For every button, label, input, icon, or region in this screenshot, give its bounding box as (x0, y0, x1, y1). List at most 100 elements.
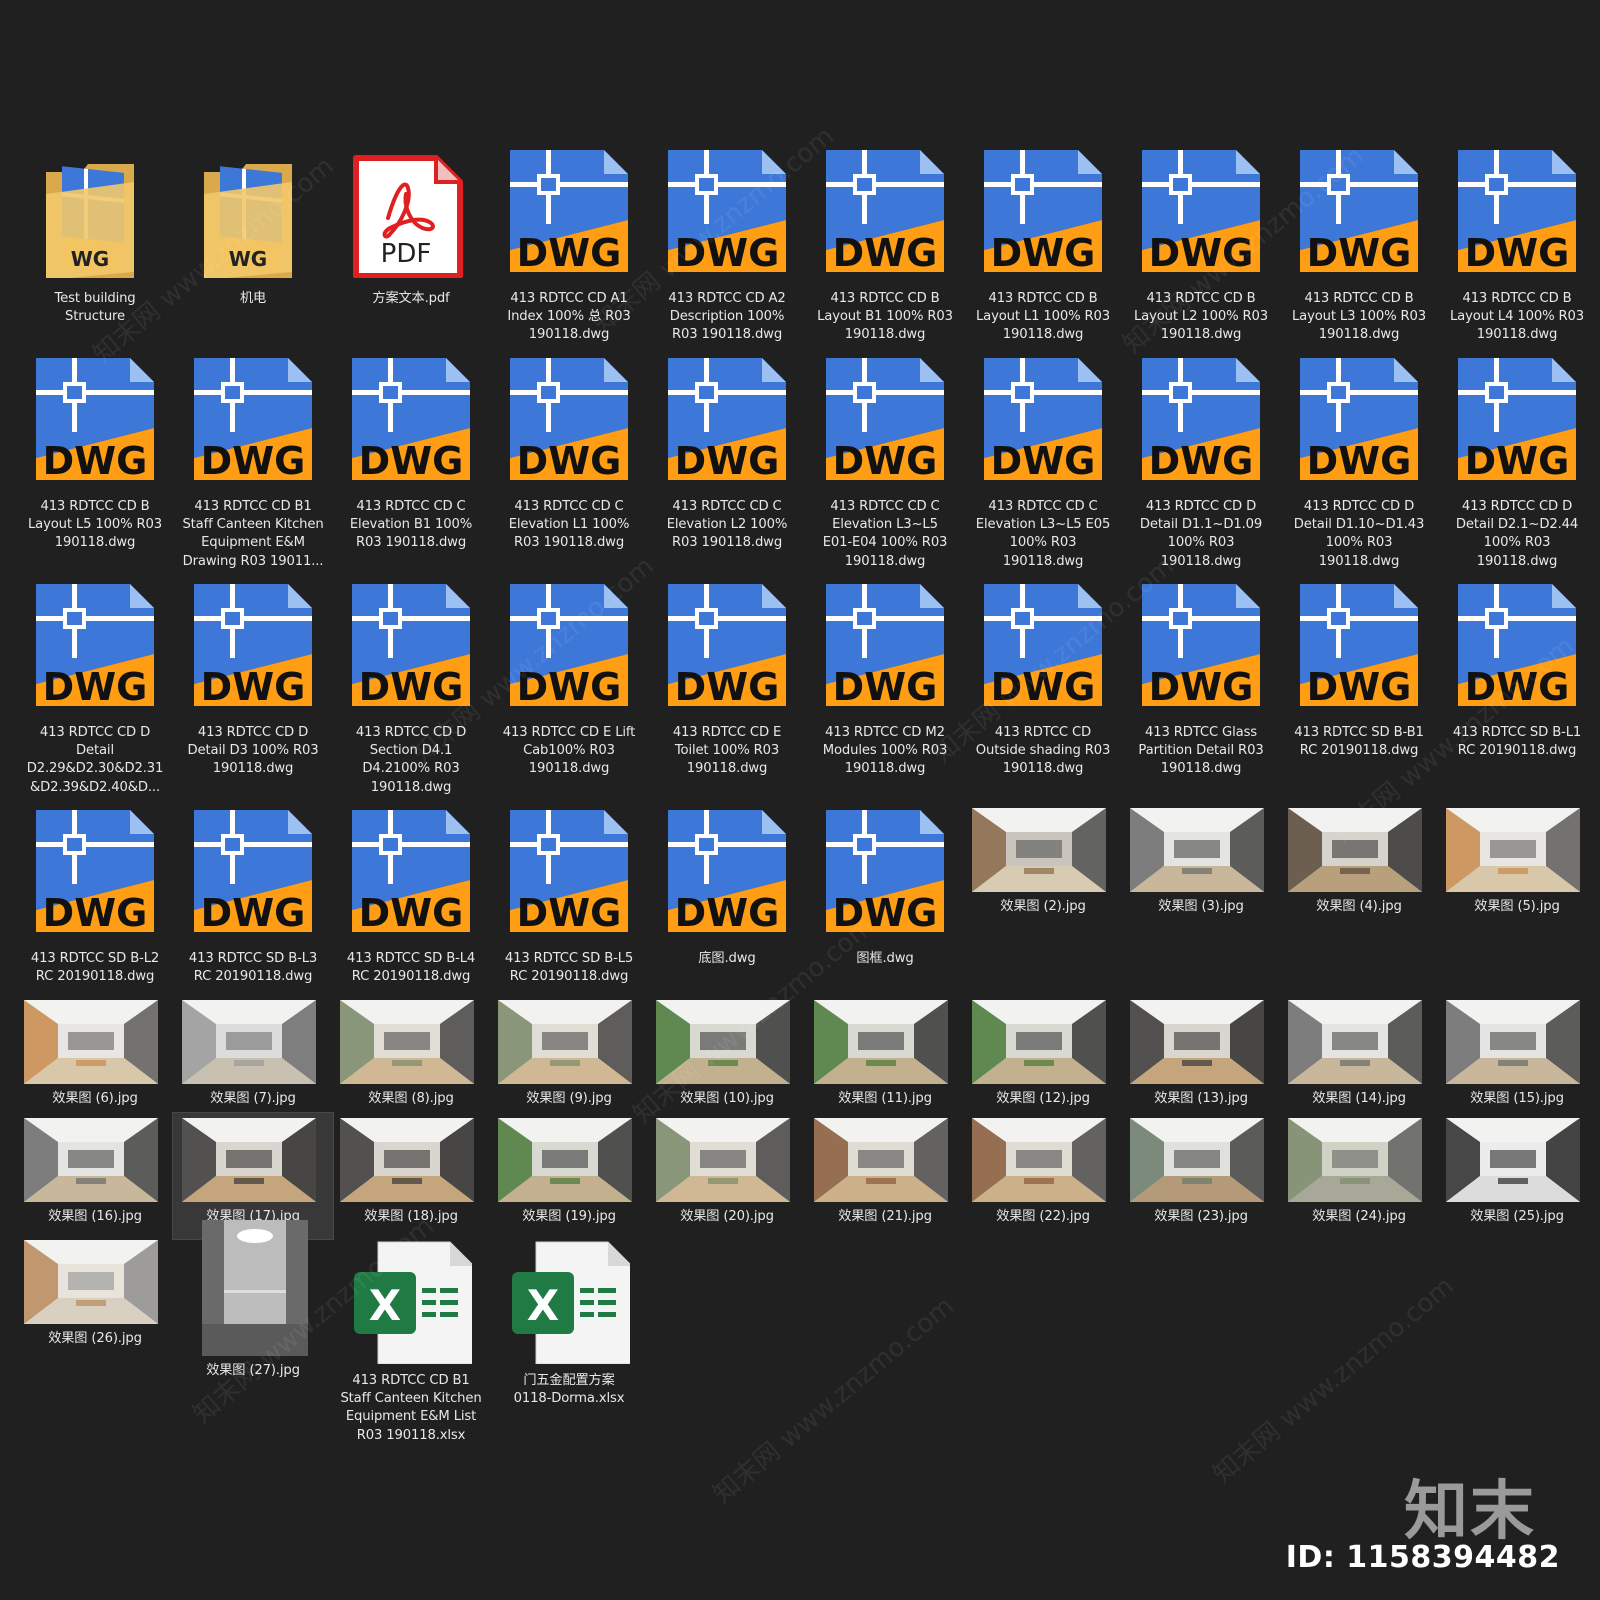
file-name-label: 效果图 (22).jpg (996, 1209, 1090, 1224)
svg-text:DWG: DWG (517, 665, 622, 706)
svg-text:DWG: DWG (201, 665, 306, 706)
file-name-label: 413 RDTCC CD E Toilet 100% R03 190118.dw… (672, 725, 782, 777)
dwg-file-icon: DWG (668, 584, 786, 706)
svg-text:DWG: DWG (1465, 665, 1570, 706)
file-name-label: 效果图 (14).jpg (1312, 1091, 1406, 1106)
file-name-label: 效果图 (20).jpg (680, 1209, 774, 1224)
image-thumbnail-icon (340, 1000, 474, 1084)
svg-text:DWG: DWG (517, 439, 622, 480)
svg-text:DWG: DWG (43, 439, 148, 480)
svg-text:DWG: DWG (1149, 439, 1254, 480)
svg-text:DWG: DWG (1465, 231, 1570, 272)
dwg-file-icon: DWG (984, 358, 1102, 480)
svg-text:DWG: DWG (1465, 439, 1570, 480)
file-name-label: 效果图 (7).jpg (210, 1091, 296, 1106)
file-name-label: 413 RDTCC CD C Elevation B1 100% R03 190… (349, 499, 473, 551)
image-thumbnail-icon (1130, 1000, 1264, 1084)
dwg-file-icon: DWG (510, 810, 628, 932)
image-thumbnail-icon (972, 1000, 1106, 1084)
file-name-label: 413 RDTCC SD B-L5 RC 20190118.dwg (504, 951, 634, 985)
file-name-label: 效果图 (4).jpg (1316, 899, 1402, 914)
svg-text:DWG: DWG (833, 231, 938, 272)
file-name-label: 门五金配置方案 0118-Dorma.xlsx (513, 1373, 625, 1407)
image-thumbnail-icon (1130, 1118, 1264, 1202)
file-name-label: 效果图 (25).jpg (1470, 1209, 1564, 1224)
file-name-label: 效果图 (10).jpg (680, 1091, 774, 1106)
file-name-label: 413 RDTCC CD B Layout L4 100% R03 190118… (1449, 291, 1585, 343)
image-thumbnail-icon (498, 1000, 632, 1084)
file-name-label: 机电 (239, 291, 267, 306)
file-name-label: 413 RDTCC CD D Detail D2.29&D2.30&D2.31 … (26, 725, 164, 795)
dwg-file-icon: DWG (352, 584, 470, 706)
svg-text:DWG: DWG (359, 891, 464, 932)
dwg-file-icon: DWG (194, 810, 312, 932)
file-name-label: 图框.dwg (856, 951, 914, 966)
svg-text:X: X (369, 1281, 401, 1330)
svg-text:DWG: DWG (1149, 665, 1254, 706)
file-name-label: 413 RDTCC CD A1 Index 100% 总 R03 190118.… (507, 291, 631, 343)
dwg-file-icon: DWG (1142, 150, 1260, 272)
dwg-file-icon: DWG (984, 584, 1102, 706)
file-name-label: 413 RDTCC CD D Section D4.1 D4.2100% R03… (355, 725, 467, 795)
svg-text:DWG: DWG (991, 231, 1096, 272)
svg-text:DWG: DWG (675, 439, 780, 480)
file-name-label: 413 RDTCC CD D Detail D1.10~D1.43 100% R… (1293, 499, 1425, 569)
svg-text:DWG: DWG (517, 891, 622, 932)
dwg-file-icon: DWG (668, 150, 786, 272)
image-thumbnail-icon (498, 1118, 632, 1202)
dwg-file-icon: DWG (668, 810, 786, 932)
image-thumbnail-icon (340, 1118, 474, 1202)
dwg-file-icon: DWG (510, 358, 628, 480)
folder-icon: WG (204, 164, 292, 278)
image-thumbnail-icon (814, 1000, 948, 1084)
dwg-file-icon: DWG (1458, 150, 1576, 272)
svg-text:DWG: DWG (675, 231, 780, 272)
dwg-file-icon: DWG (1300, 358, 1418, 480)
svg-text:DWG: DWG (991, 439, 1096, 480)
file-name-label: 413 RDTCC CD C Elevation L3~L5 E01-E04 1… (822, 499, 948, 569)
file-name-label: 效果图 (3).jpg (1158, 899, 1244, 914)
dwg-file-icon: DWG (36, 810, 154, 932)
image-thumbnail-icon (814, 1118, 948, 1202)
dwg-file-icon: DWG (1300, 584, 1418, 706)
svg-text:DWG: DWG (43, 891, 148, 932)
svg-text:DWG: DWG (359, 439, 464, 480)
file-name-label: 413 RDTCC SD B-L2 RC 20190118.dwg (30, 951, 160, 985)
file-name-label: 效果图 (11).jpg (838, 1091, 932, 1106)
image-thumbnail-icon (972, 808, 1106, 892)
file-name-label: 413 RDTCC Glass Partition Detail R03 190… (1138, 725, 1264, 777)
file-name-label: 413 RDTCC CD B Layout B1 100% R03 190118… (817, 291, 953, 343)
file-name-label: 413 RDTCC SD B-L4 RC 20190118.dwg (346, 951, 476, 985)
dwg-file-icon: DWG (668, 358, 786, 480)
image-thumbnail-icon (1288, 1118, 1422, 1202)
file-name-label: 413 RDTCC CD D Detail D2.1~D2.44 100% R0… (1455, 499, 1579, 569)
svg-text:WG: WG (229, 247, 267, 271)
file-name-label: 效果图 (8).jpg (368, 1091, 454, 1106)
svg-text:DWG: DWG (1149, 231, 1254, 272)
file-name-label: 方案文本.pdf (372, 291, 450, 306)
svg-text:DWG: DWG (517, 231, 622, 272)
file-name-label: 效果图 (12).jpg (996, 1091, 1090, 1106)
file-name-label: 效果图 (27).jpg (206, 1363, 300, 1378)
svg-text:DWG: DWG (43, 665, 148, 706)
file-name-label: 413 RDTCC CD A2 Description 100% R03 190… (668, 291, 786, 343)
file-name-label: 效果图 (26).jpg (48, 1331, 142, 1346)
dwg-file-icon: DWG (510, 150, 628, 272)
image-thumbnail-icon (24, 1240, 158, 1324)
dwg-file-icon: DWG (826, 810, 944, 932)
dwg-file-icon: DWG (1142, 358, 1260, 480)
dwg-file-icon: DWG (36, 584, 154, 706)
watermark-logo: 知末 (1404, 1475, 1536, 1549)
svg-text:DWG: DWG (1307, 439, 1412, 480)
svg-text:WG: WG (71, 247, 109, 271)
image-thumbnail-icon (1288, 808, 1422, 892)
pdf-file-icon: PDF (353, 155, 463, 278)
dwg-file-icon: DWG (1458, 358, 1576, 480)
image-thumbnail-icon (24, 1118, 158, 1202)
image-thumbnail-icon (202, 1220, 308, 1356)
svg-text:X: X (527, 1281, 559, 1330)
svg-text:DWG: DWG (1307, 665, 1412, 706)
file-name-label: 效果图 (18).jpg (364, 1209, 458, 1224)
file-name-label: Test building Structure (54, 291, 136, 325)
file-name-label: 413 RDTCC CD B Layout L1 100% R03 190118… (975, 291, 1111, 343)
